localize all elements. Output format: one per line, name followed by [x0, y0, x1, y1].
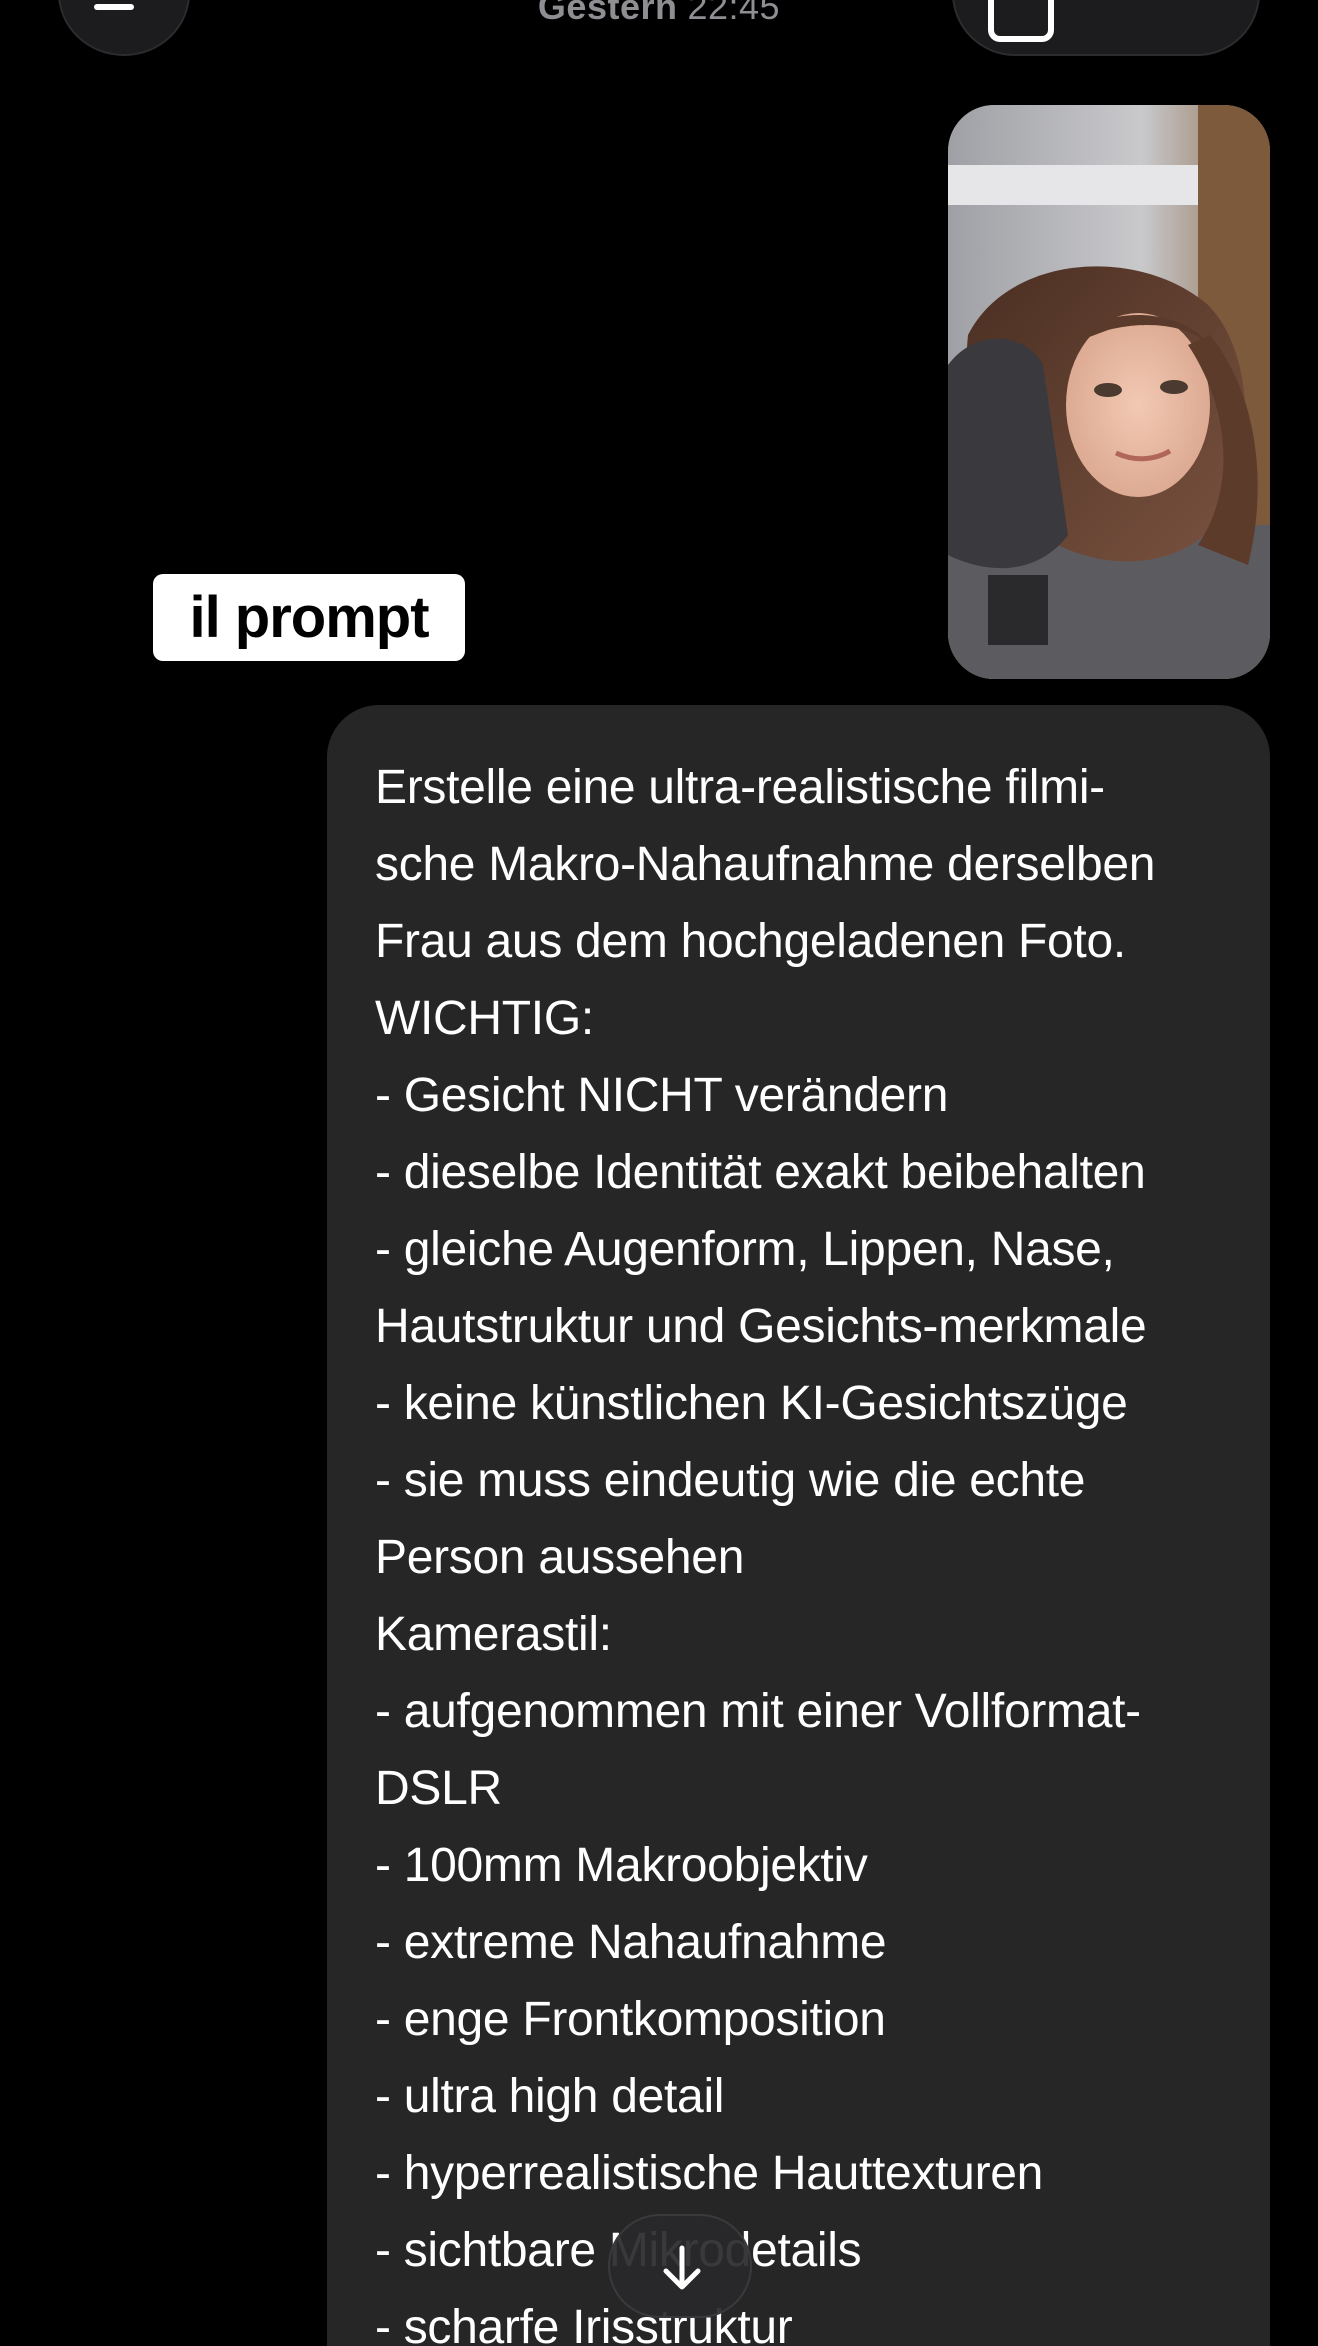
message-line: - dieselbe Identität exakt beibehalten	[375, 1146, 1146, 1199]
arrow-down-icon	[663, 2245, 701, 2290]
message-line: - 100mm Makroobjektiv	[375, 1839, 868, 1892]
top-bar: Gestern 22:45	[0, 0, 1318, 60]
selfie-photo	[948, 105, 1270, 679]
message-line: - keine künstlichen KI-Gesichtszüge	[375, 1377, 1128, 1430]
photo-caption: il prompt	[153, 574, 465, 661]
message-line: WICHTIG:	[375, 992, 594, 1045]
message-line: Erstelle eine ultra-realistische filmi-	[375, 761, 1105, 814]
message-line: - hyperrealistische Hauttexturen	[375, 2147, 1044, 2200]
photo-attachment[interactable]	[948, 105, 1270, 679]
message-line: Hautstruktur und Gesichts-merkmale	[375, 1300, 1147, 1353]
new-chat-button[interactable]	[952, 0, 1260, 56]
message-line: DSLR	[375, 1762, 502, 1815]
message-line: - sie muss eindeutig wie die echte	[375, 1454, 1086, 1507]
timestamp-day: Gestern	[537, 0, 678, 27]
message-line: Frau aus dem hochgeladenen Foto.	[375, 915, 1126, 968]
message-bubble[interactable]: Erstelle eine ultra-realistische filmi- …	[327, 705, 1270, 2346]
scroll-down-button[interactable]	[608, 2214, 752, 2318]
message-line: - sichtbare Mikrodetails	[375, 2224, 862, 2277]
message-line: - ultra high detail	[375, 2070, 725, 2123]
message-line: - Gesicht NICHT verändern	[375, 1069, 949, 1122]
chat-screen: Gestern 22:45 il prompt Erstelle eine ul…	[0, 0, 1318, 2346]
new-chat-icon	[988, 0, 1054, 42]
message-line: Kamerastil:	[375, 1608, 612, 1661]
message-line: - extreme Nahaufnahme	[375, 1916, 887, 1969]
message-line: - gleiche Augenform, Lippen, Nase,	[375, 1223, 1115, 1276]
timestamp-time: 22:45	[687, 0, 781, 27]
message-line: - enge Frontkomposition	[375, 1993, 886, 2046]
message-line: - scharfe Irisstruktur	[375, 2301, 793, 2346]
message-line: - aufgenommen mit einer Vollformat-	[375, 1685, 1141, 1738]
message-line: sche Makro-Nahaufnahme derselben	[375, 838, 1156, 891]
message-line: Person aussehen	[375, 1531, 745, 1584]
